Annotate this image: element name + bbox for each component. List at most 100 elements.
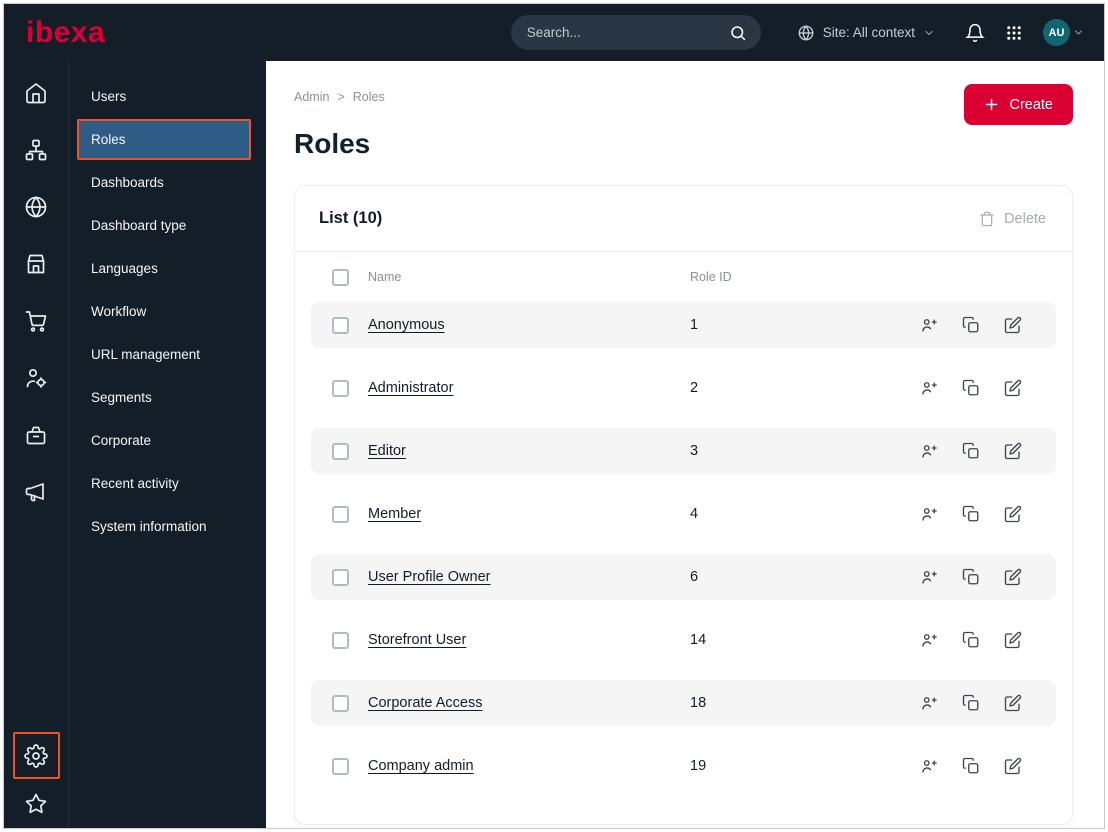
customers-icon[interactable] xyxy=(24,366,48,390)
roles-table: Name Role ID Anonymous 1 Administrator 2… xyxy=(295,252,1072,822)
assign-users-icon[interactable] xyxy=(920,379,938,397)
site-globe-icon[interactable] xyxy=(24,195,48,219)
copy-icon[interactable] xyxy=(962,379,980,397)
assign-users-icon[interactable] xyxy=(920,505,938,523)
row-checkbox[interactable] xyxy=(332,757,349,775)
search-input[interactable]: Search... xyxy=(510,15,761,50)
role-name-link[interactable]: Storefront User xyxy=(368,632,466,648)
edit-icon[interactable] xyxy=(1004,694,1022,712)
copy-icon[interactable] xyxy=(962,316,980,334)
page-header: Admin > Roles Roles Create xyxy=(294,61,1073,160)
role-name-link[interactable]: Anonymous xyxy=(368,317,445,333)
assign-users-icon[interactable] xyxy=(920,442,938,460)
row-checkbox[interactable] xyxy=(332,316,349,334)
menu-item-segments[interactable]: Segments xyxy=(69,376,266,419)
role-name-link[interactable]: Company admin xyxy=(368,758,474,774)
role-id-value: 18 xyxy=(690,695,707,711)
assign-users-icon[interactable] xyxy=(920,316,938,334)
row-checkbox[interactable] xyxy=(332,631,349,649)
breadcrumb-admin[interactable]: Admin xyxy=(294,90,329,104)
assign-users-icon[interactable] xyxy=(920,757,938,775)
user-menu-chevron-icon xyxy=(1073,27,1084,38)
role-name-link[interactable]: Corporate Access xyxy=(368,695,482,711)
copy-icon[interactable] xyxy=(962,631,980,649)
menu-item-url-management[interactable]: URL management xyxy=(69,333,266,376)
select-all-checkbox[interactable] xyxy=(332,268,349,286)
menu-item-roles[interactable]: Roles xyxy=(77,119,251,160)
site-context-selector[interactable]: Site: All context xyxy=(797,24,935,42)
edit-icon[interactable] xyxy=(1004,757,1022,775)
chevron-down-icon xyxy=(923,27,935,39)
bookmarks-star-icon[interactable] xyxy=(24,792,48,816)
edit-icon[interactable] xyxy=(1004,568,1022,586)
menu-item-dashboard-type[interactable]: Dashboard type xyxy=(69,204,266,247)
storefront-icon[interactable] xyxy=(24,252,48,276)
breadcrumb: Admin > Roles xyxy=(294,84,385,104)
content-structure-icon[interactable] xyxy=(24,138,48,162)
menu-item-users[interactable]: Users xyxy=(69,75,266,118)
row-checkbox[interactable] xyxy=(332,694,349,712)
page-title: Roles xyxy=(294,128,371,159)
assign-users-icon[interactable] xyxy=(920,631,938,649)
row-checkbox[interactable] xyxy=(332,568,349,586)
menu-item-system-information[interactable]: System information xyxy=(69,505,266,548)
copy-icon[interactable] xyxy=(962,505,980,523)
table-row: User Profile Owner 6 xyxy=(311,554,1056,600)
notifications-bell-icon[interactable] xyxy=(965,23,985,43)
table-row: Administrator 2 xyxy=(311,365,1056,411)
edit-icon[interactable] xyxy=(1004,505,1022,523)
breadcrumb-separator: > xyxy=(337,90,345,104)
role-id-value: 14 xyxy=(690,632,707,648)
role-name-link[interactable]: Administrator xyxy=(368,380,453,396)
commerce-cart-icon[interactable] xyxy=(24,309,48,333)
marketing-megaphone-icon[interactable] xyxy=(24,480,48,504)
admin-gear-icon[interactable] xyxy=(24,743,48,768)
plus-icon xyxy=(984,97,999,112)
assign-users-icon[interactable] xyxy=(920,568,938,586)
trash-icon xyxy=(979,211,995,227)
edit-icon[interactable] xyxy=(1004,316,1022,334)
role-id-value: 4 xyxy=(690,506,699,522)
copy-icon[interactable] xyxy=(962,442,980,460)
apps-grid-icon[interactable] xyxy=(1005,24,1023,42)
menu-item-label: Users xyxy=(91,89,127,104)
roles-list-card: List (10) Delete Name Role ID Anonymous … xyxy=(294,185,1073,825)
menu-item-corporate[interactable]: Corporate xyxy=(69,419,266,462)
menu-item-dashboards[interactable]: Dashboards xyxy=(69,161,266,204)
table-row: Anonymous 1 xyxy=(311,302,1056,348)
menu-item-languages[interactable]: Languages xyxy=(69,247,266,290)
role-name-link[interactable]: Member xyxy=(368,506,421,522)
delete-button-label: Delete xyxy=(1004,210,1046,227)
role-id-value: 6 xyxy=(690,569,699,585)
row-checkbox[interactable] xyxy=(332,442,349,460)
menu-item-label: Roles xyxy=(91,132,126,147)
edit-icon[interactable] xyxy=(1004,442,1022,460)
row-checkbox[interactable] xyxy=(332,379,349,397)
delete-button[interactable]: Delete xyxy=(979,211,1046,227)
copy-icon[interactable] xyxy=(962,568,980,586)
copy-icon[interactable] xyxy=(962,757,980,775)
copy-icon[interactable] xyxy=(962,694,980,712)
menu-item-recent-activity[interactable]: Recent activity xyxy=(69,462,266,505)
rail-bottom xyxy=(12,732,60,828)
app-window: ibexa Search... Site: All context AU Use… xyxy=(3,3,1105,829)
avatar[interactable]: AU xyxy=(1043,19,1070,46)
row-checkbox[interactable] xyxy=(332,505,349,523)
menu-item-label: Segments xyxy=(91,390,152,405)
role-name-link[interactable]: User Profile Owner xyxy=(368,569,490,585)
create-button[interactable]: Create xyxy=(964,84,1073,125)
assign-users-icon[interactable] xyxy=(920,694,938,712)
menu-item-label: System information xyxy=(91,519,207,534)
admin-menu: Users Roles Dashboards Dashboard type La… xyxy=(69,61,266,828)
role-name-link[interactable]: Editor xyxy=(368,443,406,459)
menu-item-workflow[interactable]: Workflow xyxy=(69,290,266,333)
edit-icon[interactable] xyxy=(1004,379,1022,397)
menu-item-label: URL management xyxy=(91,347,201,362)
admin-settings-highlight xyxy=(12,732,60,779)
home-icon[interactable] xyxy=(24,81,48,105)
user-menu[interactable]: AU xyxy=(1043,19,1084,46)
orders-icon[interactable] xyxy=(24,423,48,447)
edit-icon[interactable] xyxy=(1004,631,1022,649)
table-row: Member 4 xyxy=(311,491,1056,537)
table-row: Corporate Access 18 xyxy=(311,680,1056,726)
